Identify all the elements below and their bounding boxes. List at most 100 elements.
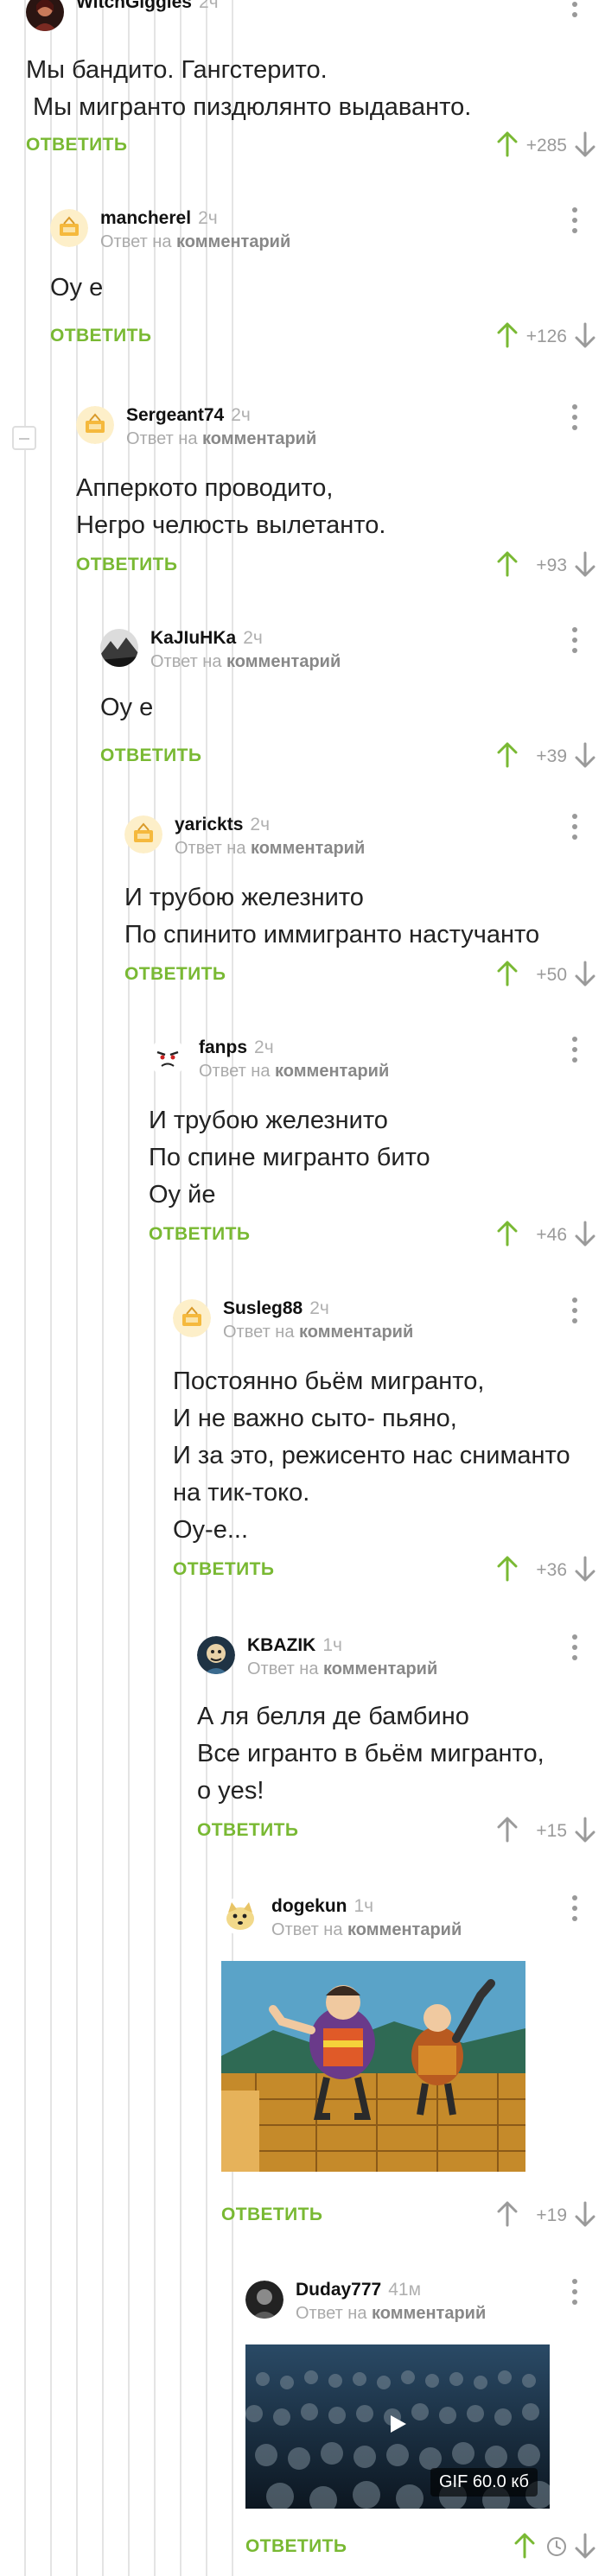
reply-link[interactable]: комментарий <box>202 429 316 448</box>
comment-text: И трубою железнито По спинито иммигранто… <box>124 879 605 954</box>
thread-line[interactable] <box>76 0 78 2576</box>
downvote-icon[interactable] <box>574 1817 596 1843</box>
avatar[interactable] <box>50 209 88 247</box>
comment-footer: ОТВЕТИТЬ +39 <box>100 737 605 775</box>
thread-line[interactable] <box>128 0 130 2576</box>
downvote-icon[interactable] <box>574 2533 596 2559</box>
username[interactable]: KBAZIK 1ч <box>247 1634 342 1657</box>
comment-line: И за это, режисенто нас сниманто <box>173 1442 570 1469</box>
avatar[interactable] <box>197 1636 235 1674</box>
more-options-icon[interactable] <box>570 1634 579 1666</box>
upvote-icon[interactable] <box>513 2533 536 2559</box>
reply-link[interactable]: комментарий <box>323 1659 437 1678</box>
comment-header: KaJIuHKa 2ч Ответ на комментарий <box>100 627 605 671</box>
upvote-icon[interactable] <box>496 742 519 768</box>
comment-time: 2ч <box>199 0 219 12</box>
thread-line[interactable] <box>24 0 26 2576</box>
collapse-thread-button[interactable] <box>12 426 36 450</box>
more-options-icon[interactable] <box>570 814 579 845</box>
more-options-icon[interactable] <box>570 2279 579 2310</box>
reply-link[interactable]: комментарий <box>176 232 290 251</box>
reply-link[interactable]: комментарий <box>299 1323 413 1342</box>
comment-time: 2ч <box>243 628 263 648</box>
thread-line[interactable] <box>102 0 104 2576</box>
username[interactable]: Duday777 41м <box>296 2279 421 2301</box>
reply-button[interactable]: ОТВЕТИТЬ <box>50 326 151 346</box>
more-options-icon[interactable] <box>570 1895 579 1926</box>
more-options-icon[interactable] <box>570 404 579 435</box>
reply-button[interactable]: ОТВЕТИТЬ <box>76 555 177 575</box>
thread-line[interactable] <box>206 0 207 2576</box>
username[interactable]: WitchGiggles 2ч <box>76 0 219 14</box>
avatar[interactable] <box>221 1897 259 1935</box>
avatar[interactable] <box>26 0 64 31</box>
downvote-icon[interactable] <box>574 961 596 987</box>
downvote-icon[interactable] <box>574 1221 596 1247</box>
downvote-icon[interactable] <box>574 2201 596 2227</box>
thread-line[interactable] <box>180 0 182 2576</box>
comment: Susleg88 2ч Ответ на комментарий Постоянн… <box>173 1298 605 1589</box>
comment-line: Негро челюсть вылетанто. <box>76 511 386 539</box>
upvote-icon[interactable] <box>496 322 519 348</box>
comment-time: 2ч <box>254 1037 274 1057</box>
username[interactable]: mancherel 2ч <box>100 207 218 230</box>
avatar[interactable] <box>124 815 162 853</box>
upvote-icon[interactable] <box>496 1221 519 1247</box>
rating-value: +50 <box>536 965 567 985</box>
comment-text: Апперкото проводито, Негро челюсть вылет… <box>76 470 605 544</box>
reply-link[interactable]: комментарий <box>275 1062 389 1081</box>
more-options-icon[interactable] <box>570 1298 579 1329</box>
clock-icon <box>547 2537 566 2556</box>
reply-link[interactable]: комментарий <box>251 839 365 858</box>
reply-link[interactable]: комментарий <box>226 652 341 671</box>
downvote-icon[interactable] <box>574 1556 596 1582</box>
more-options-icon[interactable] <box>570 207 579 238</box>
more-options-icon[interactable] <box>570 1037 579 1068</box>
avatar[interactable] <box>149 1038 187 1076</box>
reply-button[interactable]: ОТВЕТИТЬ <box>245 2536 347 2557</box>
reply-button[interactable]: ОТВЕТИТЬ <box>173 1559 274 1580</box>
reply-to: Ответ на комментарий <box>126 429 317 448</box>
thread-line[interactable] <box>154 0 156 2576</box>
downvote-icon[interactable] <box>574 551 596 577</box>
username[interactable]: dogekun 1ч <box>271 1895 373 1918</box>
avatar[interactable] <box>100 629 138 667</box>
comment-header: Duday777 41м Ответ на комментарий <box>245 2279 605 2323</box>
thread-line[interactable] <box>50 0 52 2576</box>
avatar[interactable] <box>245 2281 283 2319</box>
upvote-icon[interactable] <box>496 1556 519 1582</box>
reply-button[interactable]: ОТВЕТИТЬ <box>124 964 226 985</box>
reply-button[interactable]: ОТВЕТИТЬ <box>221 2205 322 2225</box>
upvote-icon[interactable] <box>496 1817 519 1843</box>
reply-link[interactable]: комментарий <box>347 1920 462 1939</box>
comment-line: По спине мигранто бито <box>149 1144 430 1171</box>
reply-button[interactable]: ОТВЕТИТЬ <box>100 746 201 766</box>
gif-video[interactable]: GIF 60.0 кб <box>245 2344 550 2509</box>
reply-button[interactable]: ОТВЕТИТЬ <box>149 1224 250 1245</box>
username[interactable]: fanps 2ч <box>199 1037 274 1059</box>
upvote-icon[interactable] <box>496 2201 519 2227</box>
username[interactable]: KaJIuHKa 2ч <box>150 627 263 650</box>
rating-value: +285 <box>525 136 567 155</box>
username[interactable]: yarickts 2ч <box>175 814 270 836</box>
reply-button[interactable]: ОТВЕТИТЬ <box>197 1820 298 1841</box>
username[interactable]: Sergeant74 2ч <box>126 404 251 427</box>
avatar[interactable] <box>173 1299 211 1337</box>
downvote-icon[interactable] <box>574 322 596 348</box>
reply-button[interactable]: ОТВЕТИТЬ <box>26 135 127 155</box>
upvote-icon[interactable] <box>496 551 519 577</box>
downvote-icon[interactable] <box>574 131 596 157</box>
more-options-icon[interactable] <box>570 627 579 658</box>
comment-footer: ОТВЕТИТЬ +19 <box>221 2196 605 2234</box>
avatar[interactable] <box>76 406 114 444</box>
upvote-icon[interactable] <box>496 131 519 157</box>
comment-line: И трубою железнито <box>124 884 364 911</box>
more-options-icon[interactable] <box>570 0 579 22</box>
upvote-icon[interactable] <box>496 961 519 987</box>
reply-link[interactable]: комментарий <box>372 2304 486 2323</box>
comment: fanps 2ч Ответ на комментарий И трубою же… <box>149 1037 605 1253</box>
reply-to: Ответ на комментарий <box>296 2304 487 2323</box>
cartoon-image[interactable] <box>221 1961 525 2172</box>
username[interactable]: Susleg88 2ч <box>223 1298 329 1320</box>
downvote-icon[interactable] <box>574 742 596 768</box>
